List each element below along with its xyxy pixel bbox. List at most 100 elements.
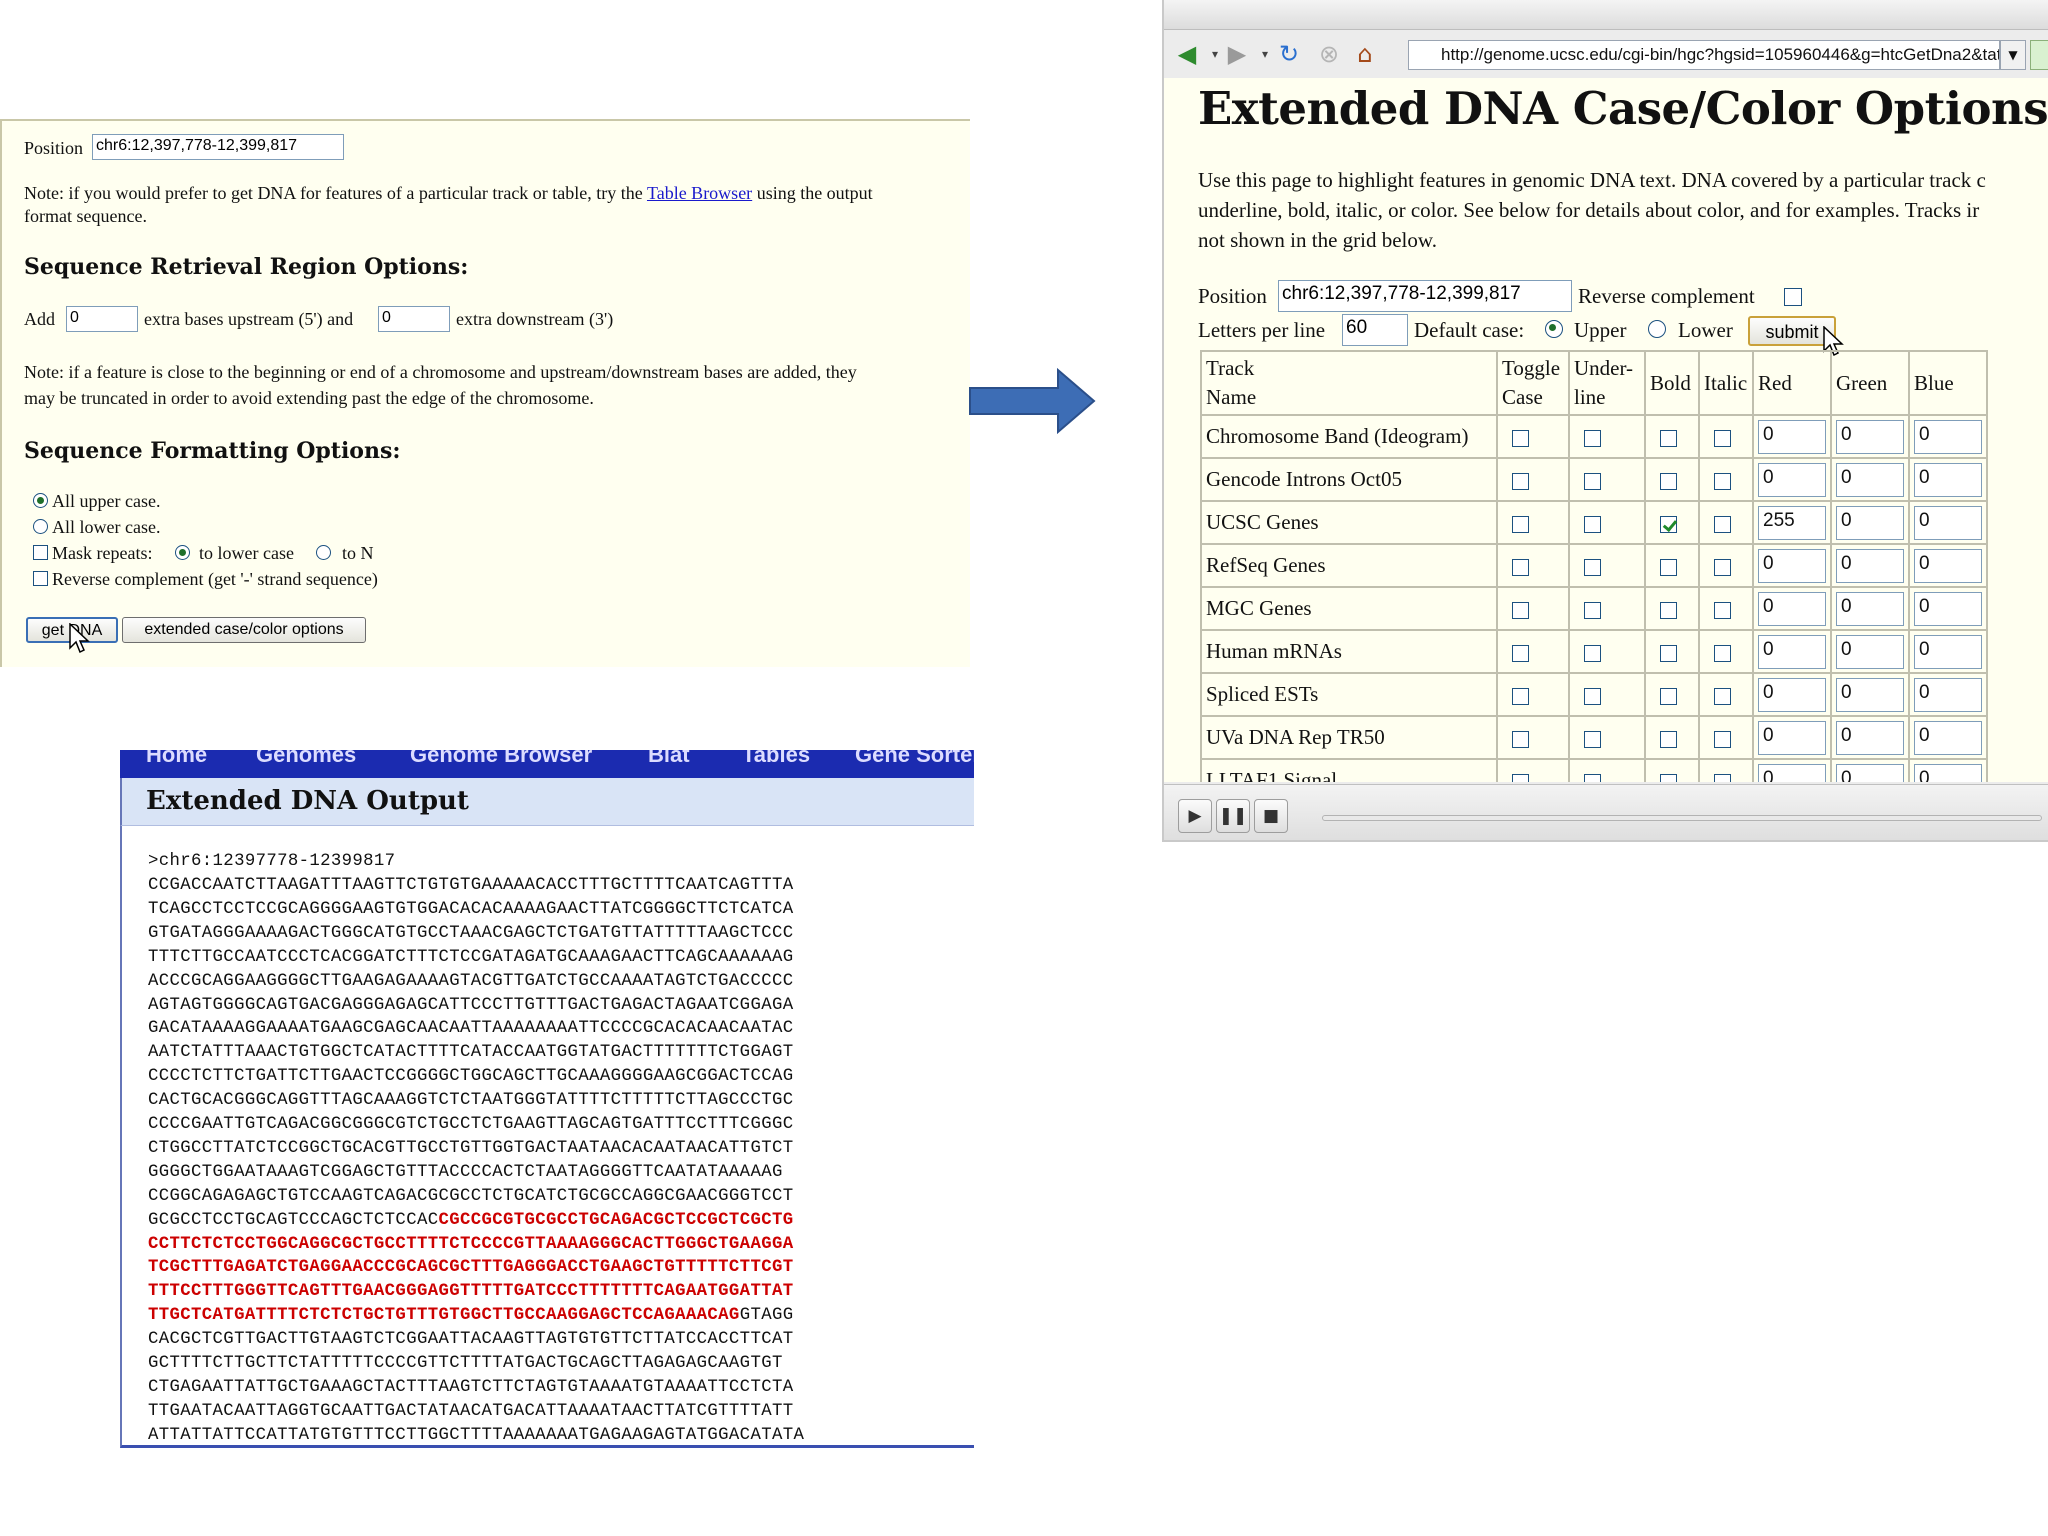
home-icon[interactable]: ⌂ bbox=[1350, 40, 1380, 68]
red-input[interactable]: 0 bbox=[1758, 419, 1826, 454]
bold-checkbox[interactable] bbox=[1660, 601, 1677, 619]
table-browser-link[interactable]: Table Browser bbox=[647, 183, 752, 203]
bold-checkbox[interactable] bbox=[1660, 687, 1677, 705]
italic-checkbox[interactable] bbox=[1714, 515, 1731, 533]
nav-link[interactable]: Tables bbox=[742, 750, 810, 768]
toggle-case-checkbox[interactable] bbox=[1512, 472, 1529, 490]
blue-input[interactable]: 0 bbox=[1914, 419, 1982, 454]
toggle-case-checkbox[interactable] bbox=[1512, 429, 1529, 447]
nav-link[interactable]: Home bbox=[146, 750, 207, 768]
red-input[interactable]: 0 bbox=[1758, 548, 1826, 583]
extended-options-button[interactable]: extended case/color options bbox=[122, 617, 366, 643]
blue-input[interactable]: 0 bbox=[1914, 591, 1982, 626]
all-upper-radio[interactable] bbox=[33, 493, 48, 508]
bold-checkbox[interactable] bbox=[1660, 730, 1677, 748]
underline-checkbox[interactable] bbox=[1584, 730, 1601, 748]
toggle-case-checkbox[interactable] bbox=[1512, 773, 1529, 782]
italic-checkbox[interactable] bbox=[1714, 601, 1731, 619]
reverse-complement-checkbox[interactable] bbox=[1784, 288, 1802, 306]
blue-input[interactable]: 0 bbox=[1914, 677, 1982, 712]
green-input[interactable]: 0 bbox=[1836, 634, 1904, 669]
downstream-bases-input[interactable]: 0 bbox=[378, 306, 450, 332]
red-input[interactable]: 0 bbox=[1758, 720, 1826, 755]
blue-input[interactable]: 0 bbox=[1914, 634, 1982, 669]
bold-checkbox[interactable] bbox=[1660, 429, 1677, 447]
stop-icon[interactable]: ⊗ bbox=[1314, 40, 1344, 68]
position-input[interactable]: chr6:12,397,778-12,399,817 bbox=[92, 134, 344, 160]
mask-lower-radio[interactable] bbox=[175, 545, 190, 560]
go-button[interactable] bbox=[2030, 40, 2048, 70]
underline-checkbox[interactable] bbox=[1584, 687, 1601, 705]
underline-checkbox[interactable] bbox=[1584, 644, 1601, 662]
blue-input[interactable]: 0 bbox=[1914, 763, 1982, 782]
red-input[interactable]: 0 bbox=[1758, 591, 1826, 626]
toggle-case-checkbox[interactable] bbox=[1512, 601, 1529, 619]
blue-input[interactable]: 0 bbox=[1914, 548, 1982, 583]
bold-checkbox[interactable] bbox=[1660, 773, 1677, 782]
blue-input[interactable]: 0 bbox=[1914, 720, 1982, 755]
nav-link[interactable]: Genome Browser bbox=[410, 750, 592, 768]
toggle-case-checkbox[interactable] bbox=[1512, 687, 1529, 705]
upstream-bases-input[interactable]: 0 bbox=[66, 306, 138, 332]
nav-link[interactable]: Blat bbox=[648, 750, 690, 768]
red-input[interactable]: 0 bbox=[1758, 462, 1826, 497]
blue-input[interactable]: 0 bbox=[1914, 505, 1982, 540]
green-input[interactable]: 0 bbox=[1836, 677, 1904, 712]
nav-link[interactable]: Gene Sorter bbox=[855, 750, 974, 768]
stop-icon[interactable]: ■ bbox=[1254, 799, 1288, 833]
green-input[interactable]: 0 bbox=[1836, 720, 1904, 755]
lower-case-radio[interactable] bbox=[1648, 320, 1666, 338]
back-icon[interactable]: ◀ bbox=[1172, 40, 1202, 68]
green-input[interactable]: 0 bbox=[1836, 462, 1904, 497]
italic-checkbox[interactable] bbox=[1714, 644, 1731, 662]
italic-checkbox[interactable] bbox=[1714, 429, 1731, 447]
underline-checkbox[interactable] bbox=[1584, 515, 1601, 533]
seek-bar[interactable] bbox=[1322, 815, 2042, 821]
bold-checkbox[interactable] bbox=[1660, 644, 1677, 662]
bold-checkbox[interactable] bbox=[1660, 558, 1677, 576]
underline-checkbox[interactable] bbox=[1584, 773, 1601, 782]
italic-checkbox[interactable] bbox=[1714, 687, 1731, 705]
pause-icon[interactable]: ❚❚ bbox=[1216, 799, 1250, 833]
green-input[interactable]: 0 bbox=[1836, 505, 1904, 540]
red-input[interactable]: 0 bbox=[1758, 677, 1826, 712]
underline-checkbox[interactable] bbox=[1584, 558, 1601, 576]
toggle-case-checkbox[interactable] bbox=[1512, 558, 1529, 576]
play-icon[interactable]: ▶ bbox=[1178, 799, 1212, 833]
sequence-line: GGGGCTGGAATAAAGTCGGAGCTGTTTACCCCACTCTAAT… bbox=[148, 1162, 783, 1182]
reload-icon[interactable]: ↻ bbox=[1274, 40, 1304, 68]
underline-checkbox[interactable] bbox=[1584, 429, 1601, 447]
italic-checkbox[interactable] bbox=[1714, 773, 1731, 782]
bold-checkbox[interactable] bbox=[1660, 515, 1677, 533]
mask-n-radio[interactable] bbox=[316, 545, 331, 560]
toggle-case-checkbox[interactable] bbox=[1512, 515, 1529, 533]
toggle-case-checkbox[interactable] bbox=[1512, 730, 1529, 748]
blue-input[interactable]: 0 bbox=[1914, 462, 1982, 497]
letters-per-line-input[interactable]: 60 bbox=[1342, 314, 1408, 346]
green-input[interactable]: 0 bbox=[1836, 763, 1904, 782]
all-lower-radio[interactable] bbox=[33, 519, 48, 534]
reverse-complement-checkbox[interactable] bbox=[33, 571, 48, 586]
upper-case-radio[interactable] bbox=[1545, 320, 1563, 338]
toggle-case-checkbox[interactable] bbox=[1512, 644, 1529, 662]
mask-repeats-checkbox[interactable] bbox=[33, 545, 48, 560]
italic-checkbox[interactable] bbox=[1714, 472, 1731, 490]
dna-output-panel: Home Genomes Genome Browser Blat Tables Gene … bbox=[120, 750, 974, 1464]
green-input[interactable]: 0 bbox=[1836, 419, 1904, 454]
bold-checkbox[interactable] bbox=[1660, 472, 1677, 490]
sequence-line: ACCCGCAGGAAGGGGCTTGAAGAGAAAAGTACGTTGATCT… bbox=[148, 971, 794, 991]
green-input[interactable]: 0 bbox=[1836, 591, 1904, 626]
position-input[interactable]: chr6:12,397,778-12,399,817 bbox=[1278, 280, 1572, 312]
italic-checkbox[interactable] bbox=[1714, 558, 1731, 576]
red-input[interactable]: 255 bbox=[1758, 505, 1826, 540]
nav-link[interactable]: Genomes bbox=[256, 750, 356, 768]
forward-icon[interactable]: ▶ bbox=[1222, 40, 1252, 68]
underline-checkbox[interactable] bbox=[1584, 472, 1601, 490]
green-input[interactable]: 0 bbox=[1836, 548, 1904, 583]
address-bar[interactable]: http://genome.ucsc.edu/cgi-bin/hgc?hgsid… bbox=[1408, 40, 2000, 70]
red-input[interactable]: 0 bbox=[1758, 634, 1826, 669]
red-input[interactable]: 0 bbox=[1758, 763, 1826, 782]
address-dropdown-icon[interactable]: ▼ bbox=[2000, 40, 2026, 70]
underline-checkbox[interactable] bbox=[1584, 601, 1601, 619]
italic-checkbox[interactable] bbox=[1714, 730, 1731, 748]
